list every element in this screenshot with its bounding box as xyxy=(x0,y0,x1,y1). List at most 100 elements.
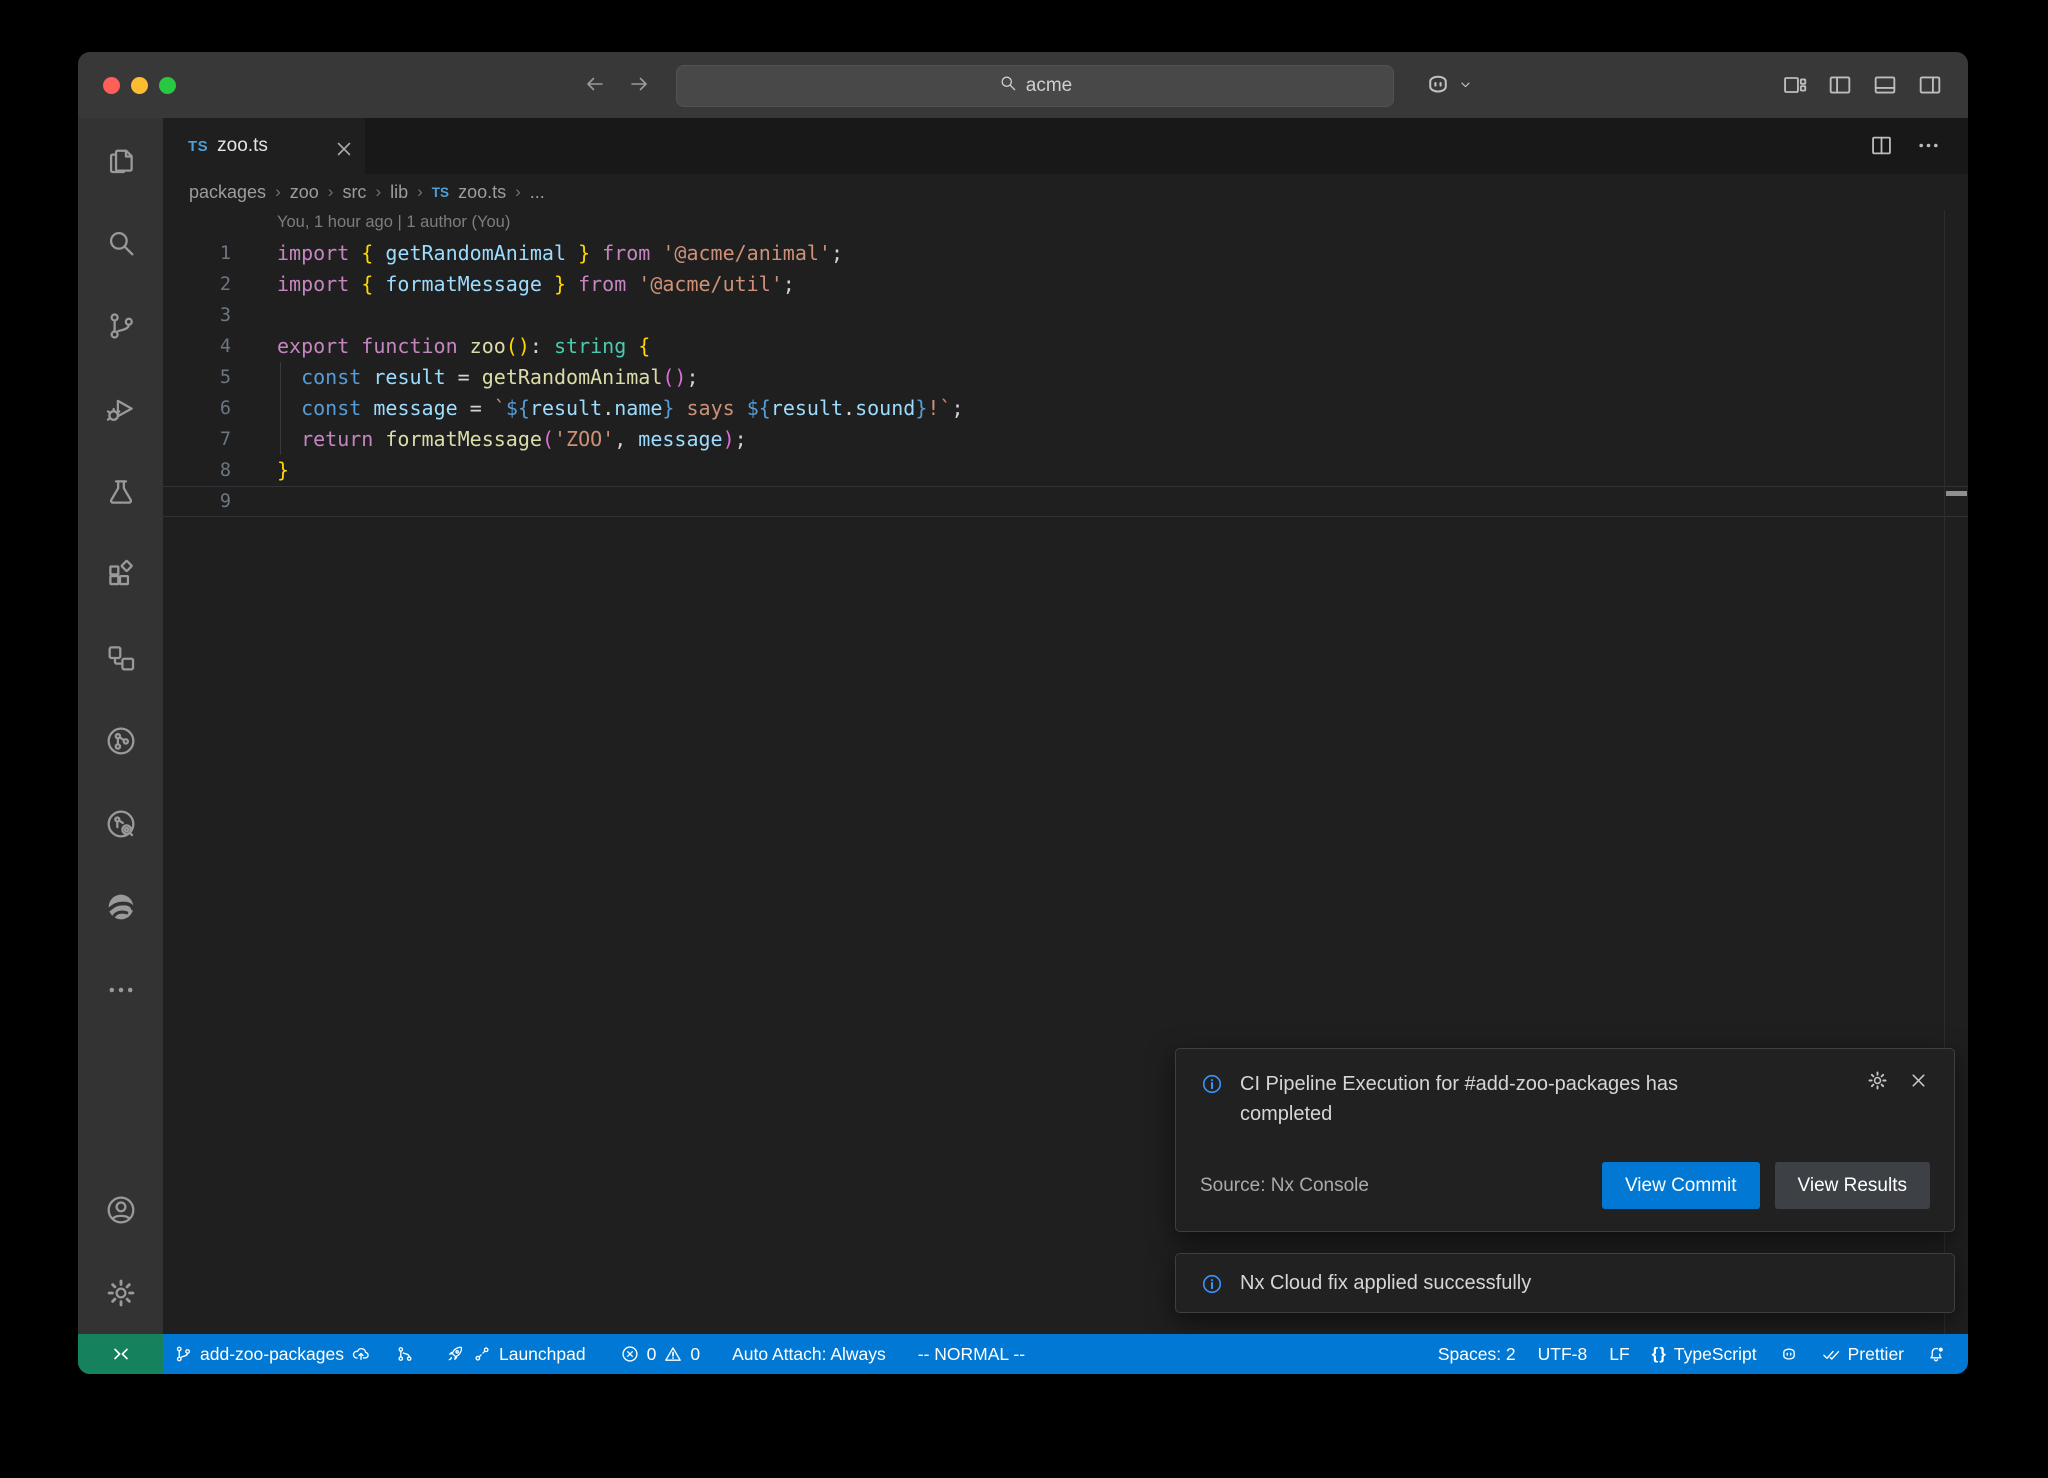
activity-item-search[interactable] xyxy=(78,201,163,284)
breadcrumb-item[interactable]: packages xyxy=(189,182,266,203)
code-line-9[interactable]: 9 xyxy=(163,486,1968,517)
activity-item-remote-explorer[interactable] xyxy=(78,616,163,699)
code-line-4[interactable]: 4export function zoo(): string { xyxy=(163,331,1968,362)
remote-icon xyxy=(110,1343,132,1365)
copilot-icon xyxy=(1423,69,1453,99)
ellipsis-icon xyxy=(104,973,138,1007)
activity-item-nx-cloud[interactable] xyxy=(78,782,163,865)
status-notifications-bell[interactable] xyxy=(1916,1334,1956,1374)
status-indentation[interactable]: Spaces: 2 xyxy=(1428,1334,1526,1374)
status-auto-attach[interactable]: Auto Attach: Always xyxy=(722,1334,896,1374)
titlebar: acme xyxy=(78,52,1968,118)
tab-zoo-ts[interactable]: TS zoo.ts xyxy=(163,118,365,174)
info-icon xyxy=(1200,1272,1224,1296)
tab-close-icon[interactable] xyxy=(332,137,351,156)
toggle-sidebar-left-icon xyxy=(1826,71,1854,99)
notification-ci-pipeline: CI Pipeline Execution for #add-zoo-packa… xyxy=(1175,1048,1955,1232)
activity-item-accounts[interactable] xyxy=(78,1168,163,1251)
activity-bar xyxy=(78,118,163,1334)
customize-layout-icon xyxy=(1781,71,1809,99)
status-remote-indicator[interactable] xyxy=(78,1334,163,1374)
copilot-icon xyxy=(1779,1344,1799,1364)
toggle-panel-icon[interactable] xyxy=(1871,71,1899,104)
layout-controls xyxy=(1781,71,1944,104)
line-number: 5 xyxy=(163,362,231,393)
status-git-branch[interactable]: add-zoo-packages xyxy=(163,1334,381,1374)
ellipsis-icon xyxy=(1915,132,1942,159)
forward-arrow-icon[interactable] xyxy=(627,72,653,98)
vscode-window: acme TS zoo.ts xyxy=(78,52,1968,1374)
view-commit-button[interactable]: View Commit xyxy=(1602,1162,1760,1209)
extensions-icon xyxy=(104,558,138,592)
code-line-5[interactable]: 5 const result = getRandomAnimal(); xyxy=(163,362,1968,393)
activity-item-settings[interactable] xyxy=(78,1251,163,1334)
split-editor-icon[interactable] xyxy=(1868,132,1895,164)
debug-icon xyxy=(104,392,138,426)
line-number: 4 xyxy=(163,331,231,362)
activity-item-run-and-debug[interactable] xyxy=(78,367,163,450)
activity-item-explorer[interactable] xyxy=(78,118,163,201)
view-results-button[interactable]: View Results xyxy=(1775,1162,1930,1209)
breadcrumb-item[interactable]: src xyxy=(342,182,366,203)
code-line-1[interactable]: 1import { getRandomAnimal } from '@acme/… xyxy=(163,238,1968,269)
notification-nx-cloud-fix: Nx Cloud fix applied successfully xyxy=(1175,1253,1955,1313)
copilot-menu[interactable] xyxy=(1423,69,1474,104)
remote-explorer-icon xyxy=(104,641,138,675)
status-encoding[interactable]: UTF-8 xyxy=(1528,1334,1598,1374)
search-icon xyxy=(998,73,1018,93)
code-line-8[interactable]: 8} xyxy=(163,455,1968,486)
indent-guide xyxy=(280,362,281,455)
activity-item-source-control[interactable] xyxy=(78,284,163,367)
customize-layout-icon[interactable] xyxy=(1781,71,1809,104)
toggle-sidebar-left-icon[interactable] xyxy=(1826,71,1854,104)
status-launchpad[interactable]: Launchpad xyxy=(435,1334,596,1374)
info-icon xyxy=(1200,1072,1226,1098)
edge-icon xyxy=(104,890,138,924)
more-actions-icon[interactable] xyxy=(1915,132,1942,164)
nx-console-icon xyxy=(104,724,138,758)
breadcrumb-overflow[interactable]: ... xyxy=(530,182,545,203)
status-eol[interactable]: LF xyxy=(1599,1334,1639,1374)
status-language-mode[interactable]: {}TypeScript xyxy=(1642,1334,1767,1374)
breadcrumb-separator: › xyxy=(328,182,334,202)
close-icon xyxy=(1907,1069,1930,1092)
notification-settings-icon[interactable] xyxy=(1866,1069,1889,1097)
breadcrumb-item[interactable]: zoo xyxy=(290,182,319,203)
code-line-3[interactable]: 3 xyxy=(163,300,1968,331)
status-vim-mode[interactable]: -- NORMAL -- xyxy=(908,1334,1035,1374)
window-zoom-button[interactable] xyxy=(159,77,176,94)
status-git-graph[interactable] xyxy=(385,1334,425,1374)
window-close-button[interactable] xyxy=(103,77,120,94)
activity-item-edge-browser[interactable] xyxy=(78,865,163,948)
breadcrumb-file[interactable]: zoo.ts xyxy=(458,182,506,203)
status-problems[interactable]: 00 xyxy=(610,1334,710,1374)
code-line-7[interactable]: 7 return formatMessage('ZOO', message); xyxy=(163,424,1968,455)
code-line-6[interactable]: 6 const message = `${result.name} says $… xyxy=(163,393,1968,424)
connection-icon xyxy=(472,1344,492,1364)
window-minimize-button[interactable] xyxy=(131,77,148,94)
status-formatter[interactable]: Prettier xyxy=(1811,1334,1914,1374)
activity-item-nx-console[interactable] xyxy=(78,699,163,782)
gear-icon xyxy=(1866,1069,1889,1092)
rocket-icon xyxy=(445,1344,465,1364)
toggle-panel-icon xyxy=(1871,71,1899,99)
notification-close-icon[interactable] xyxy=(1907,1069,1930,1097)
nx-cloud-icon xyxy=(104,807,138,841)
typescript-file-icon: TS xyxy=(188,138,208,155)
error-icon xyxy=(620,1344,640,1364)
breadcrumb-item[interactable]: lib xyxy=(390,182,408,203)
tab-label: zoo.ts xyxy=(217,135,268,157)
back-arrow-icon[interactable] xyxy=(583,72,609,98)
double-check-icon xyxy=(1821,1344,1841,1364)
activity-item-more-views[interactable] xyxy=(78,948,163,1031)
tab-bar: TS zoo.ts xyxy=(163,118,1968,174)
status-copilot[interactable] xyxy=(1769,1334,1809,1374)
command-center-search[interactable]: acme xyxy=(676,65,1394,107)
source-control-icon xyxy=(173,1344,193,1364)
arrow-left-icon xyxy=(583,72,607,96)
toggle-sidebar-right-icon[interactable] xyxy=(1916,71,1944,104)
desktop-background: acme TS zoo.ts xyxy=(0,0,2048,1478)
activity-item-testing[interactable] xyxy=(78,450,163,533)
activity-item-extensions[interactable] xyxy=(78,533,163,616)
code-line-2[interactable]: 2import { formatMessage } from '@acme/ut… xyxy=(163,269,1968,300)
